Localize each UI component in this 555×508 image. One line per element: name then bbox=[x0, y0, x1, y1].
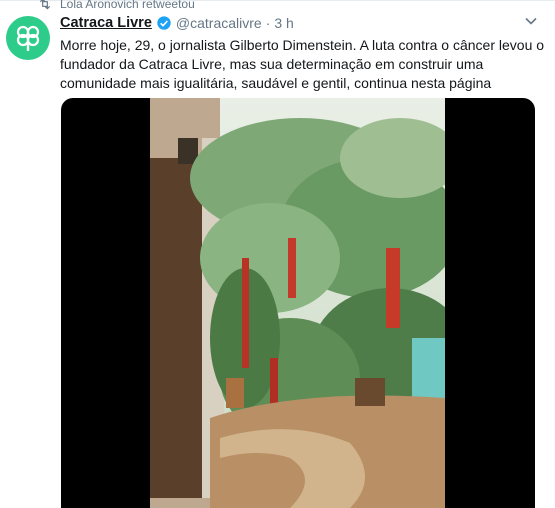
tweet-timestamp[interactable]: 3 h bbox=[274, 15, 293, 31]
author-name[interactable]: Catraca Livre bbox=[60, 15, 152, 31]
retweet-icon bbox=[39, 0, 51, 10]
avatar[interactable] bbox=[6, 16, 50, 60]
tweet-text: Morre hoje, 29, o jornalista Gilberto Di… bbox=[60, 37, 545, 91]
author-handle[interactable]: @catracalivre bbox=[176, 15, 262, 31]
retweet-label[interactable]: Lola Aronovich retweetou bbox=[60, 0, 195, 11]
verified-badge-icon bbox=[157, 16, 171, 30]
catraca-logo-icon bbox=[16, 25, 40, 51]
video-player[interactable] bbox=[61, 98, 535, 508]
video-frame bbox=[150, 98, 445, 508]
chevron-down-icon[interactable] bbox=[524, 14, 538, 28]
separator-dot: · bbox=[265, 15, 271, 31]
tweet-header: Catraca Livre @catracalivre · 3 h bbox=[60, 13, 294, 33]
retweet-context[interactable]: Lola Aronovich retweetou bbox=[38, 0, 195, 12]
